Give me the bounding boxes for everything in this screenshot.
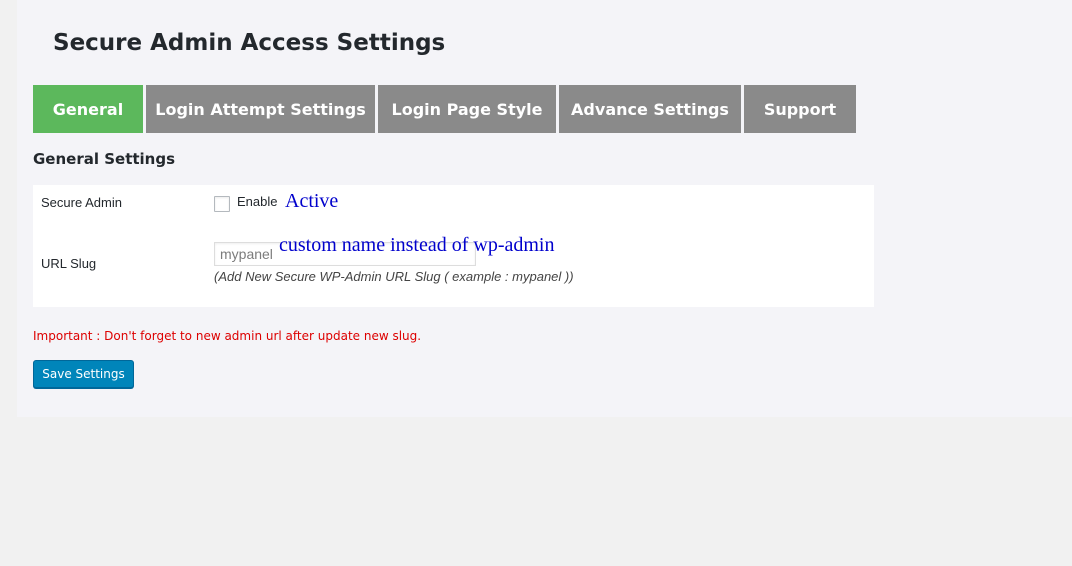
secure-admin-label: Secure Admin xyxy=(41,195,122,210)
url-slug-hint: (Add New Secure WP-Admin URL Slug ( exam… xyxy=(214,269,574,284)
settings-tabs: General Login Attempt Settings Login Pag… xyxy=(33,85,859,133)
active-annotation: Active xyxy=(285,190,339,212)
important-note: Important : Don't forget to new admin ur… xyxy=(33,329,422,343)
settings-wrap: Secure Admin Access Settings General Log… xyxy=(17,0,1072,417)
settings-panel: Secure Admin Enable Active URL Slug cust… xyxy=(33,185,874,307)
tab-advance-settings[interactable]: Advance Settings xyxy=(559,85,741,133)
url-slug-hint-text: (Add New Secure WP-Admin URL Slug ( exam… xyxy=(214,269,574,284)
tab-support[interactable]: Support xyxy=(744,85,856,133)
enable-checkbox[interactable] xyxy=(214,196,230,212)
enable-checkbox-label[interactable]: Enable xyxy=(237,194,277,209)
url-slug-label: URL Slug xyxy=(41,256,97,271)
tab-login-attempt-settings[interactable]: Login Attempt Settings xyxy=(146,85,375,133)
custom-name-annotation: custom name instead of wp-admin xyxy=(279,234,555,256)
tab-general[interactable]: General xyxy=(33,85,143,133)
save-settings-button[interactable]: Save Settings xyxy=(33,360,134,388)
section-title: General Settings xyxy=(33,150,176,168)
tab-login-page-style[interactable]: Login Page Style xyxy=(378,85,556,133)
page-title: Secure Admin Access Settings xyxy=(53,30,446,56)
